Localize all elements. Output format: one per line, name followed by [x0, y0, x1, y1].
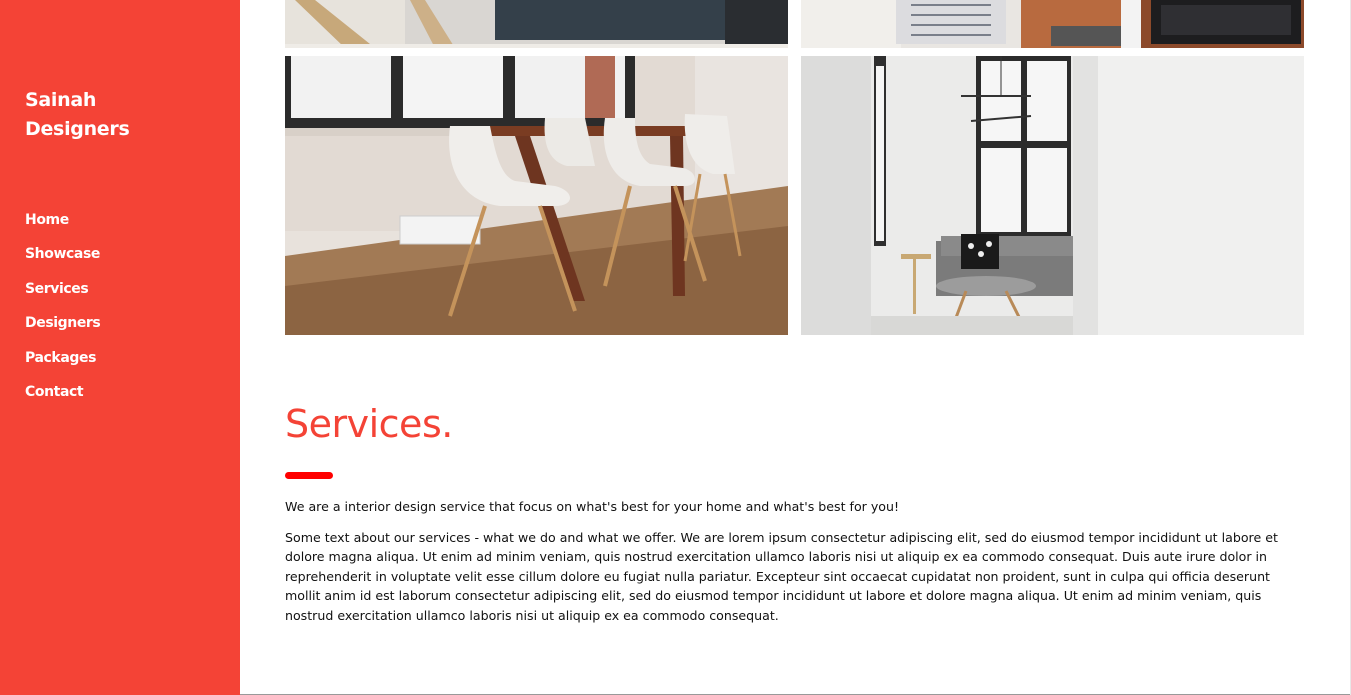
brand-line-2: Designers — [25, 118, 130, 140]
nav-showcase-link[interactable]: Showcase — [25, 242, 100, 276]
showcase-image-dining-room — [285, 56, 788, 335]
showcase-image-living-room — [801, 56, 1304, 335]
nav-services-link[interactable]: Services — [25, 277, 100, 311]
sidebar-nav: Home Showcase Services Designers Package… — [25, 208, 101, 414]
showcase-image-top-left — [285, 0, 788, 48]
brand-line-1: Sainah — [25, 89, 97, 111]
nav-contact-link[interactable]: Contact — [25, 380, 100, 414]
title-underline — [285, 472, 333, 479]
nav-packages-link[interactable]: Packages — [25, 346, 100, 380]
sidebar: Sainah Designers Home Showcase Services … — [0, 0, 240, 695]
services-intro: We are a interior design service that fo… — [285, 499, 900, 514]
nav-home-link[interactable]: Home — [25, 208, 100, 242]
brand-title[interactable]: Sainah Designers — [25, 86, 225, 144]
showcase-image-top-right — [801, 0, 1304, 48]
services-description: Some text about our services - what we d… — [285, 530, 1278, 623]
nav-designers-link[interactable]: Designers — [25, 311, 101, 345]
services-title: Services. — [285, 402, 453, 446]
main-content: Services. We are a interior design servi… — [240, 0, 1351, 695]
